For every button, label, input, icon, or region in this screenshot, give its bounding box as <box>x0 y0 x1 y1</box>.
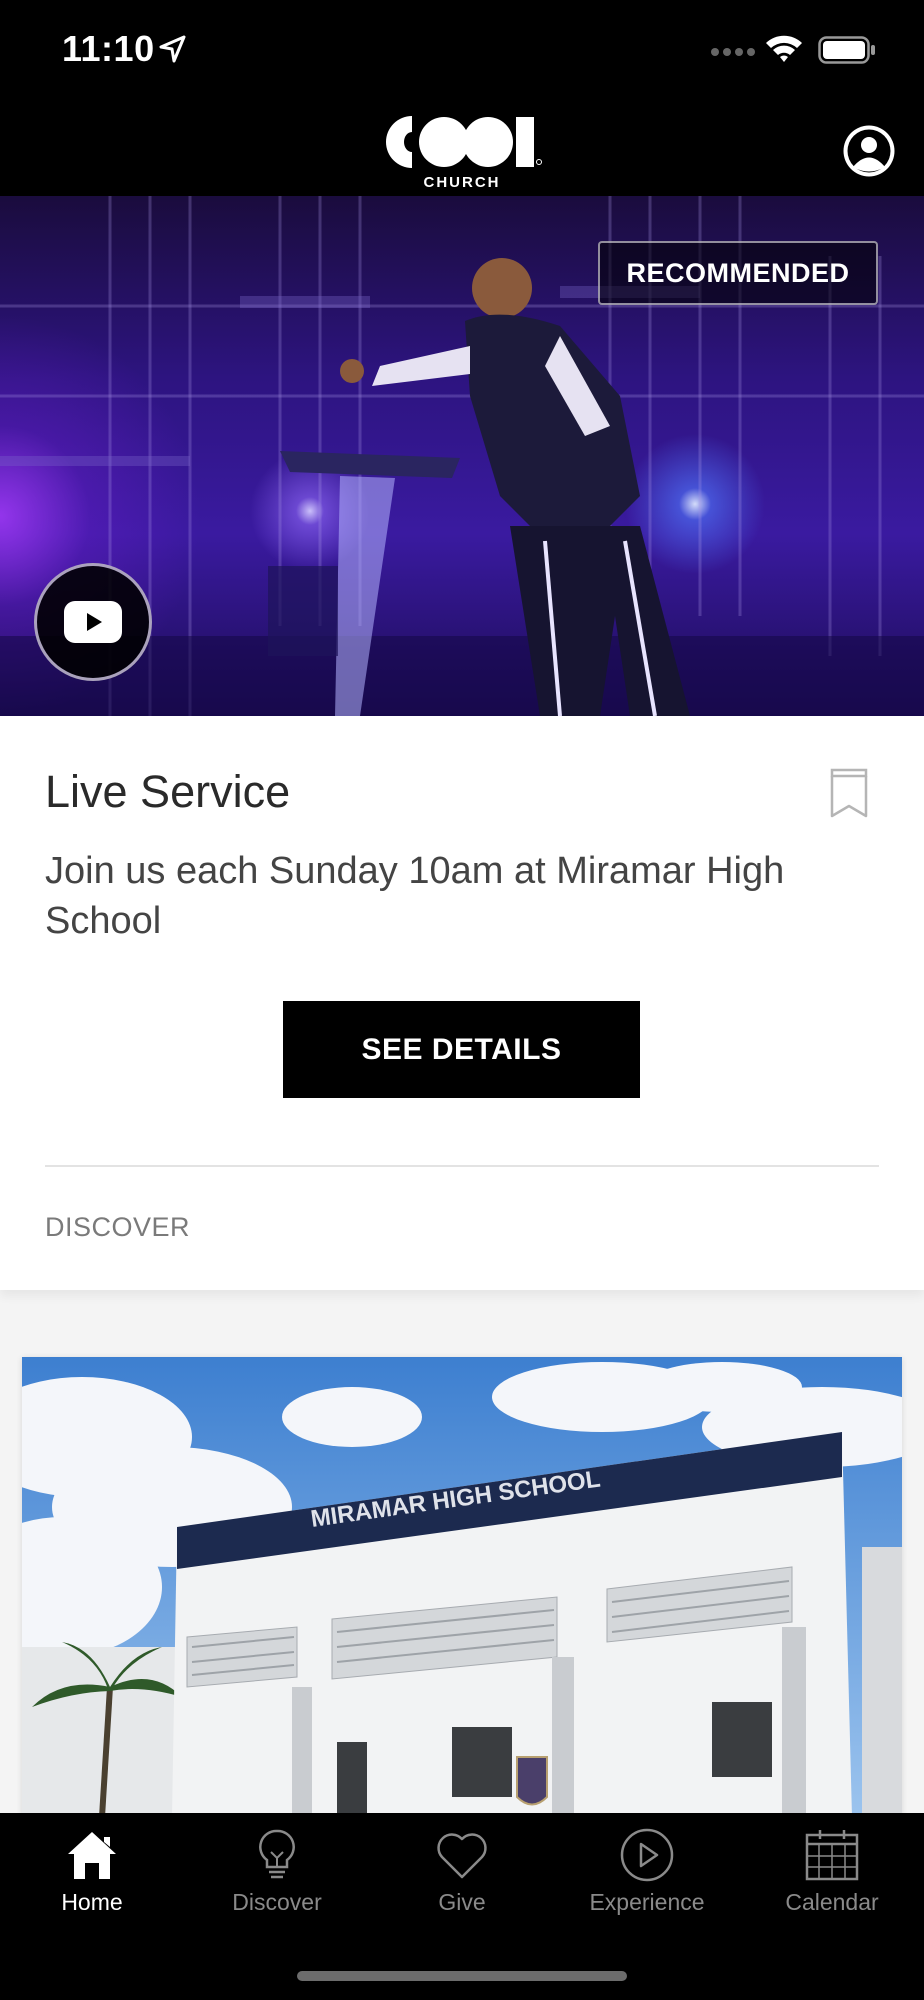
home-icon <box>68 1832 116 1879</box>
card-title: Live Service <box>45 766 291 817</box>
tab-discover[interactable]: Discover <box>185 1827 369 1947</box>
profile-icon[interactable] <box>842 124 896 178</box>
section-label-discover: DISCOVER <box>45 1212 191 1242</box>
status-bar: 11:10 <box>0 0 924 100</box>
bookmark-icon[interactable] <box>830 768 868 818</box>
youtube-icon <box>64 601 122 643</box>
church-logo[interactable]: CHURCH <box>380 110 544 191</box>
home-indicator[interactable] <box>297 1971 627 1981</box>
tab-give[interactable]: Give <box>370 1827 554 1947</box>
discover-card[interactable]: MIRAMAR HIGH SCHOOL <box>22 1357 902 1817</box>
logo-wordmark <box>386 116 542 168</box>
tab-home[interactable]: Home <box>0 1827 184 1947</box>
logo-subtitle: CHURCH <box>423 174 501 191</box>
tab-experience[interactable]: Experience <box>555 1827 739 1947</box>
live-service-hero-image[interactable]: RECOMMENDED <box>0 196 924 716</box>
school-building-image: MIRAMAR HIGH SCHOOL <box>22 1357 902 1817</box>
tab-label-home: Home <box>61 1889 123 1915</box>
play-circle-icon <box>620 1828 674 1882</box>
tab-label-discover: Discover <box>232 1889 322 1915</box>
app-header: CHURCH <box>0 100 924 196</box>
tab-label-experience: Experience <box>589 1889 705 1915</box>
cellular-signal-icon <box>711 48 755 56</box>
wifi-icon <box>766 35 802 62</box>
tab-label-calendar: Calendar <box>785 1889 879 1915</box>
battery-icon <box>818 36 875 64</box>
status-time: 11:10 <box>62 28 155 69</box>
see-details-button[interactable]: SEE DETAILS <box>283 1001 640 1098</box>
live-service-card: Live Service Join us each Sunday 10am at… <box>0 716 924 1290</box>
calendar-icon <box>805 1830 859 1881</box>
lightbulb-icon <box>259 1829 295 1879</box>
location-arrow-icon <box>159 35 186 63</box>
recommended-badge: RECOMMENDED <box>598 241 878 305</box>
divider <box>45 1165 879 1167</box>
tab-label-give: Give <box>438 1889 486 1915</box>
tab-calendar[interactable]: Calendar <box>740 1827 924 1947</box>
heart-icon <box>437 1833 487 1879</box>
youtube-play-button[interactable] <box>34 563 152 681</box>
card-description: Join us each Sunday 10am at Miramar High… <box>45 850 785 942</box>
